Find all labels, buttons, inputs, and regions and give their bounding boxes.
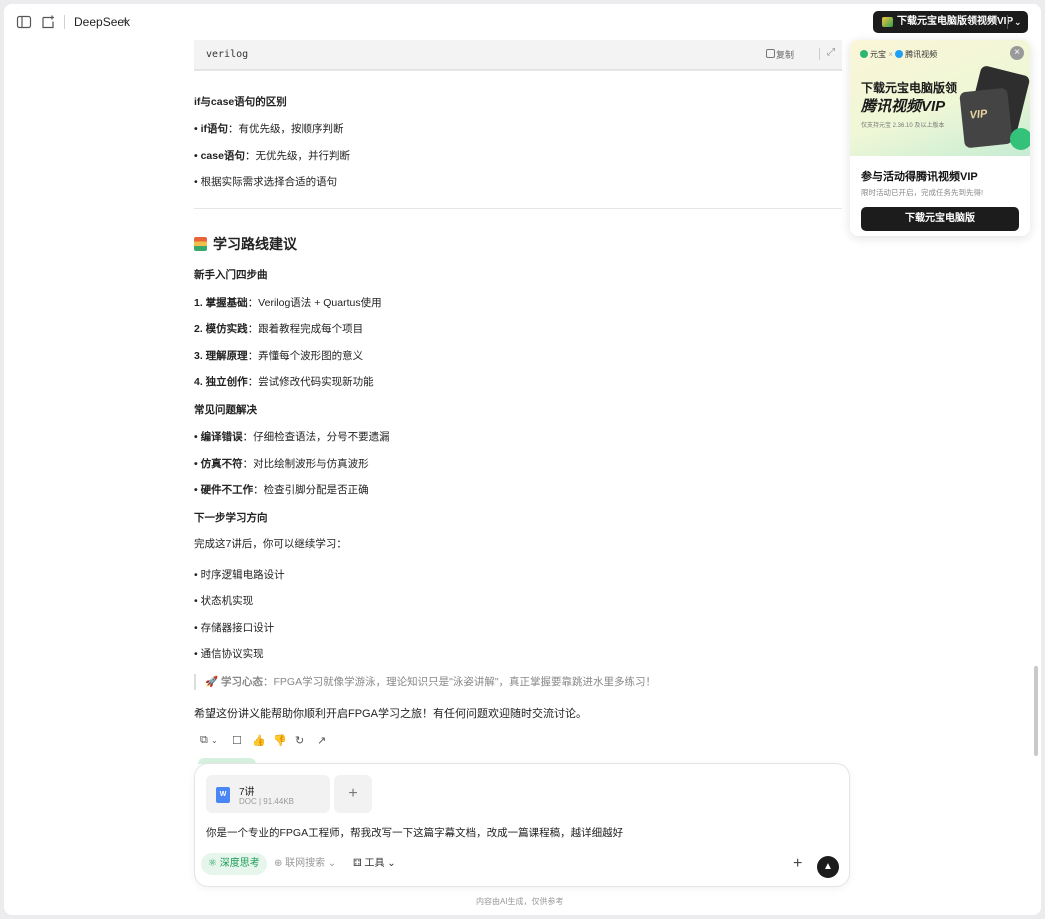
list-item: • 根据实际需求选择合适的语句 [194, 176, 338, 188]
list-item: • 硬件不工作：检查引脚分配是否正确 [194, 484, 369, 496]
divider [1007, 15, 1008, 29]
chevron-down-icon[interactable]: ⌄ [211, 736, 218, 745]
banner-headline-vip: 腾讯视频VIP [861, 98, 946, 115]
bookmark-icon[interactable]: ☐ [232, 734, 242, 747]
promo-title: 参与活动得腾讯视频VIP [861, 171, 978, 183]
regenerate-icon[interactable]: ↻ [295, 734, 304, 747]
list-item: • if语句：有优先级，按顺序判断 [194, 123, 344, 135]
list-item: • 编译错误：仔细检查语法，分号不要遗漏 [194, 431, 390, 443]
deep-think-toggle[interactable]: ⚛ 深度思考 [201, 853, 267, 875]
send-button[interactable]: ▲ [817, 856, 839, 878]
close-icon[interactable]: × [1010, 46, 1024, 60]
section-heading: if与case语句的区别 [194, 96, 287, 108]
list-item: • 仿真不符：对比绘制波形与仿真波形 [194, 458, 369, 470]
divider [194, 208, 842, 209]
download-vip-button[interactable]: 下载元宝电脑版领视频VIP ⌄ [873, 11, 1028, 33]
attached-file[interactable]: W 7讲 DOC | 91.44KB [206, 775, 330, 813]
sidebar-toggle-icon[interactable] [16, 14, 32, 30]
top-bar: DeepSeek ⌄ 下载元宝电脑版领视频VIP ⌄ [4, 4, 1041, 40]
divider [64, 15, 65, 29]
list-item: 2. 模仿实践：跟着教程完成每个项目 [194, 323, 364, 335]
share-icon[interactable]: ↗ [317, 734, 326, 747]
tools-menu[interactable]: ⚃ 工具 ⌄ [353, 853, 396, 875]
banner-headline: 下载元宝电脑版领 [861, 81, 958, 95]
word-doc-icon: W [216, 787, 230, 803]
list-item: • 状态机实现 [194, 595, 254, 607]
promo-subtitle: 限时活动已开启，完成任务先到先得! [861, 188, 984, 197]
partner-logos: 元宝 × 腾讯视频 [860, 49, 937, 60]
scrollbar-thumb[interactable] [1034, 666, 1038, 756]
yuanbao-logo-icon [860, 50, 868, 58]
thumbs-down-icon[interactable]: 👎 [273, 734, 287, 747]
vip-button-label: 下载元宝电脑版领视频VIP [897, 16, 1014, 27]
code-block-header: verilog 复制 ⤢ [194, 40, 842, 70]
books-icon [194, 237, 207, 251]
list-item: 4. 独立创作：尝试修改代码实现新功能 [194, 376, 374, 388]
paragraph: 完成这7讲后，你可以继续学习： [194, 538, 347, 550]
plus-icon[interactable]: + [793, 855, 802, 873]
chevron-down-icon[interactable]: ⌄ [121, 14, 129, 25]
vip-card-image: VIP [959, 87, 1013, 149]
paragraph: 希望这份讲义能帮助你顺利开启FPGA学习之旅！有任何问题欢迎随时交流讨论。 [194, 708, 587, 720]
thumbs-up-icon[interactable]: 👍 [252, 734, 266, 747]
rocket-icon: 🚀 [205, 676, 221, 688]
expand-icon[interactable]: ⤢ [827, 47, 835, 58]
promo-card: 元宝 × 腾讯视频 VIP 下载元宝电脑版领 腾讯视频VIP 仅支持元宝 2.3… [850, 40, 1030, 236]
file-meta: DOC | 91.44KB [239, 797, 294, 806]
promo-banner[interactable]: 元宝 × 腾讯视频 VIP 下载元宝电脑版领 腾讯视频VIP 仅支持元宝 2.3… [850, 40, 1030, 156]
copy-button[interactable]: 复制 [776, 48, 794, 61]
download-button[interactable]: 下载元宝电脑版 [861, 207, 1019, 231]
yuanbao-mascot-icon [1010, 128, 1030, 150]
app-icon [882, 17, 893, 27]
tencent-video-logo-icon [895, 50, 904, 58]
list-item: • case语句：无优先级，并行判断 [194, 150, 350, 162]
copy-icon[interactable] [766, 49, 775, 58]
divider [194, 70, 842, 71]
blockquote: 🚀 学习心态：FPGA学习就像学游泳，理论知识只是"泳姿讲解"，真正掌握要靠跳进… [194, 674, 842, 690]
list-item: • 存储器接口设计 [194, 622, 275, 634]
list-item: • 时序逻辑电路设计 [194, 569, 285, 581]
disclaimer: 内容由AI生成，仅供参考 [476, 897, 564, 906]
list-item: 3. 理解原理：弄懂每个波形图的意义 [194, 350, 364, 362]
divider [819, 48, 820, 60]
code-language: verilog [206, 49, 249, 60]
list-item: 1. 掌握基础：Verilog语法 + Quartus使用 [194, 297, 382, 309]
chat-composer: W 7讲 DOC | 91.44KB + 你是一个专业的FPGA工程师，帮我改写… [194, 763, 850, 887]
subsection-heading: 常见问题解决 [194, 404, 257, 416]
banner-note: 仅支持元宝 2.36.10 及以上版本 [861, 123, 945, 129]
list-item: • 通信协议实现 [194, 648, 264, 660]
file-name: 7讲 [239, 787, 255, 798]
chevron-down-icon[interactable]: ⌄ [1014, 11, 1022, 33]
web-search-toggle[interactable]: ⊕ 联网搜索 ⌄ [274, 853, 336, 875]
add-attachment-button[interactable]: + [334, 775, 372, 813]
message-input[interactable]: 你是一个专业的FPGA工程师，帮我改写一下这篇字幕文档，改成一篇课程稿，越详细越… [206, 825, 623, 840]
app-window: DeepSeek ⌄ 下载元宝电脑版领视频VIP ⌄ verilog 复制 ⤢ … [4, 4, 1041, 915]
subsection-heading: 下一步学习方向 [194, 512, 268, 524]
new-chat-icon[interactable] [40, 14, 56, 30]
copy-icon[interactable]: ⧉ [200, 734, 208, 747]
subsection-heading: 新手入门四步曲 [194, 269, 268, 281]
section-title: 学习路线建议 [194, 234, 297, 254]
